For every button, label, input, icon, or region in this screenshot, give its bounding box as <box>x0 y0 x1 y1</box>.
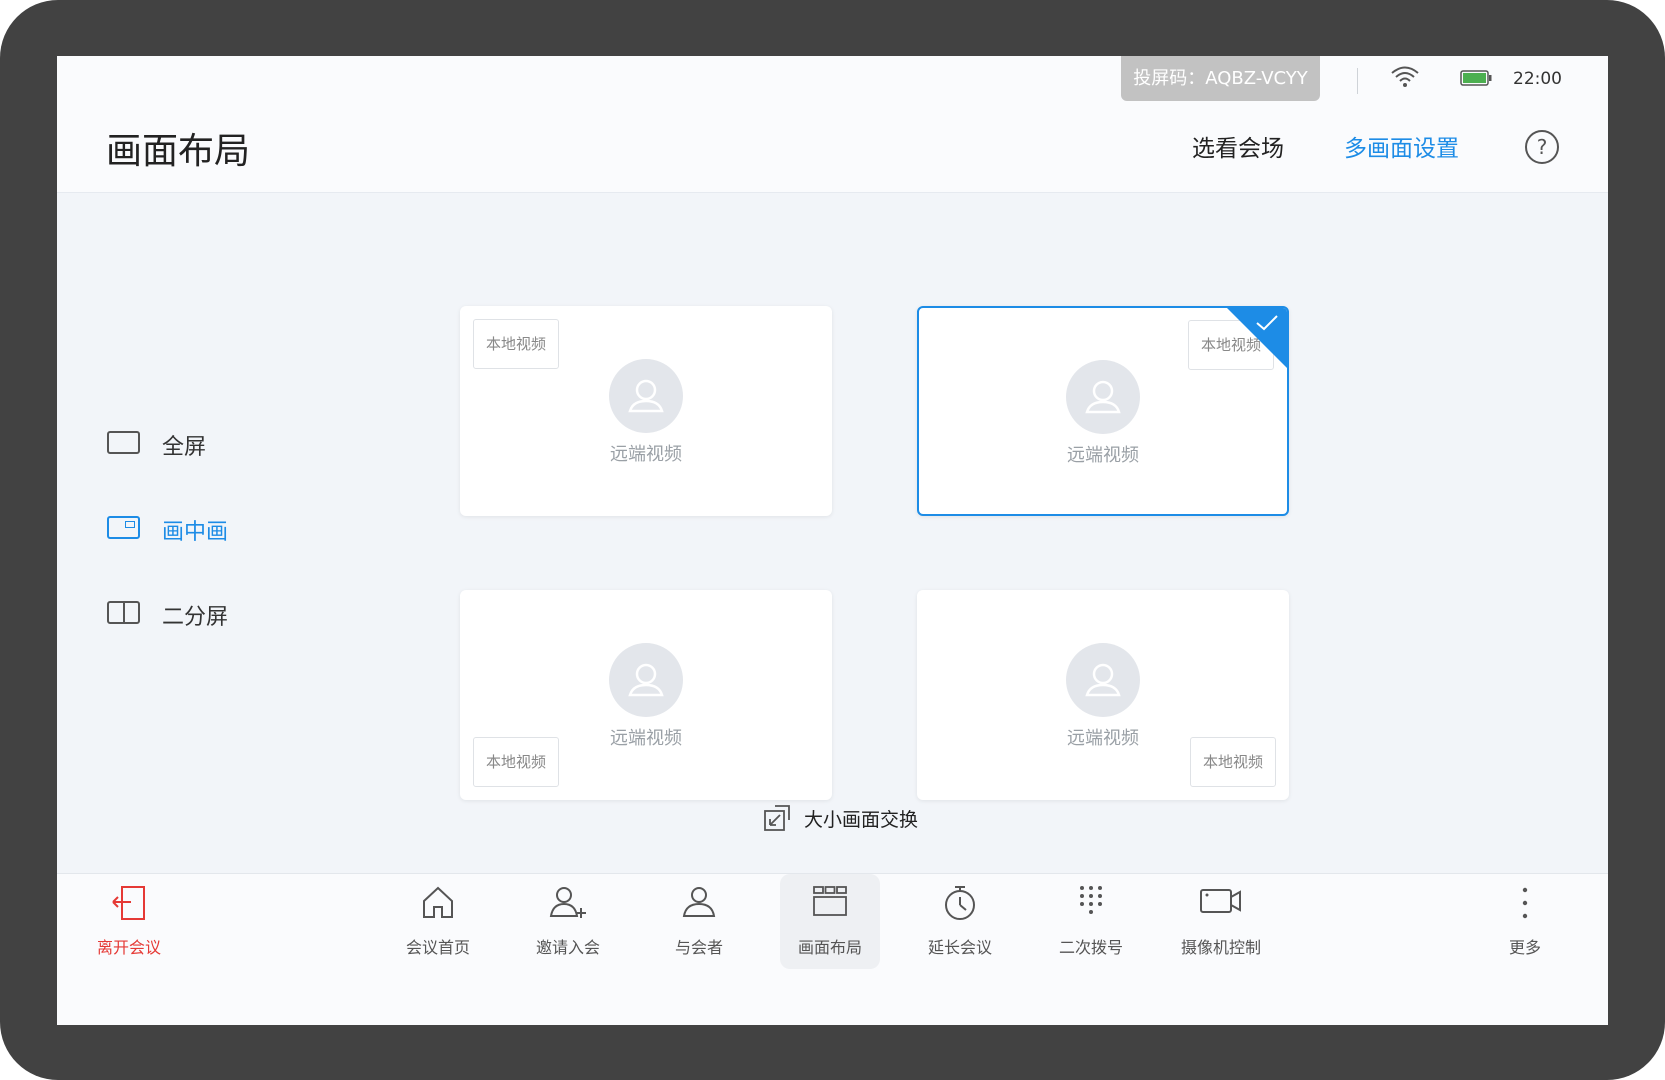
toolbar-layout[interactable]: 画面布局 <box>780 874 880 969</box>
avatar-icon <box>1066 643 1140 717</box>
check-icon <box>1255 314 1279 336</box>
layout-option-bottom-left[interactable]: 本地视频 远端视频 <box>460 590 832 800</box>
battery-icon <box>1460 70 1492 90</box>
layout-option-top-left[interactable]: 本地视频 远端视频 <box>460 306 832 516</box>
page-title: 画面布局 <box>106 131 251 172</box>
toolbar-label: 摄像机控制 <box>1180 938 1261 957</box>
more-icon <box>1520 884 1530 928</box>
remote-video-label: 远端视频 <box>1067 728 1139 749</box>
leave-meeting-button[interactable]: 离开会议 <box>79 874 179 969</box>
exit-icon <box>109 884 149 926</box>
toolbar-extend-meeting[interactable]: 延长会议 <box>910 874 1010 969</box>
dialpad-icon <box>1076 884 1106 922</box>
toolbar-secondary-dial[interactable]: 二次拨号 <box>1041 874 1141 969</box>
tab-multi-screen-settings[interactable]: 多画面设置 <box>1344 129 1459 163</box>
cast-code-badge: 投屏码：AQBZ-VCYY <box>1121 56 1320 101</box>
toolbar-participants[interactable]: 与会者 <box>649 874 749 969</box>
home-icon <box>420 884 456 924</box>
toolbar-label: 会议首页 <box>405 938 470 957</box>
toolbar-meeting-home[interactable]: 会议首页 <box>388 874 488 969</box>
split-screen-icon <box>107 601 140 624</box>
avatar-icon <box>609 359 683 433</box>
mode-label: 二分屏 <box>162 605 229 630</box>
fullscreen-icon <box>107 431 140 454</box>
remote-video-label: 远端视频 <box>610 444 682 465</box>
avatar-icon <box>609 643 683 717</box>
header: 投屏码：AQBZ-VCYY 22:00 画面布局 选看会场 多画面设置 ? <box>57 56 1608 193</box>
participants-icon <box>681 884 717 924</box>
toolbar-label: 更多 <box>1508 938 1541 957</box>
remote-video-label: 远端视频 <box>610 728 682 749</box>
camera-icon <box>1199 884 1243 922</box>
toolbar-label: 与会者 <box>674 938 723 957</box>
remote-video-label: 远端视频 <box>1067 445 1139 466</box>
mode-label: 画中画 <box>162 520 229 545</box>
toolbar-label: 离开会议 <box>96 938 161 957</box>
timer-icon <box>942 884 978 926</box>
toolbar-label: 画面布局 <box>797 938 862 957</box>
layout-option-top-right[interactable]: 本地视频 远端视频 <box>917 306 1289 516</box>
tab-select-view[interactable]: 选看会场 <box>1192 129 1284 163</box>
clock: 22:00 <box>1513 69 1562 89</box>
toolbar-camera-control[interactable]: 摄像机控制 <box>1171 874 1271 969</box>
layout-icon <box>812 884 848 922</box>
toolbar-label: 二次拨号 <box>1058 938 1123 957</box>
local-video-tag: 本地视频 <box>473 319 559 369</box>
wifi-icon <box>1390 64 1420 94</box>
help-icon[interactable]: ? <box>1525 130 1559 164</box>
toolbar-invite[interactable]: 邀请入会 <box>518 874 618 969</box>
layout-option-bottom-right[interactable]: 本地视频 远端视频 <box>917 590 1289 800</box>
status-divider <box>1357 68 1358 94</box>
toolbar-more[interactable]: 更多 <box>1475 874 1575 969</box>
picture-in-picture-icon <box>107 516 140 539</box>
swap-icon <box>762 803 792 837</box>
mode-label: 全屏 <box>162 435 207 460</box>
invite-icon <box>548 884 588 924</box>
bottom-toolbar: 离开会议 会议首页 邀请入会 与会者 画面布局 延长会议 二次拨号 摄像机控制 … <box>57 873 1608 1025</box>
toolbar-label: 延长会议 <box>927 938 992 957</box>
avatar-icon <box>1066 360 1140 434</box>
swap-label: 大小画面交换 <box>804 809 919 831</box>
toolbar-label: 邀请入会 <box>535 938 600 957</box>
screen: 投屏码：AQBZ-VCYY 22:00 画面布局 选看会场 多画面设置 ? 全屏 <box>57 56 1608 1025</box>
